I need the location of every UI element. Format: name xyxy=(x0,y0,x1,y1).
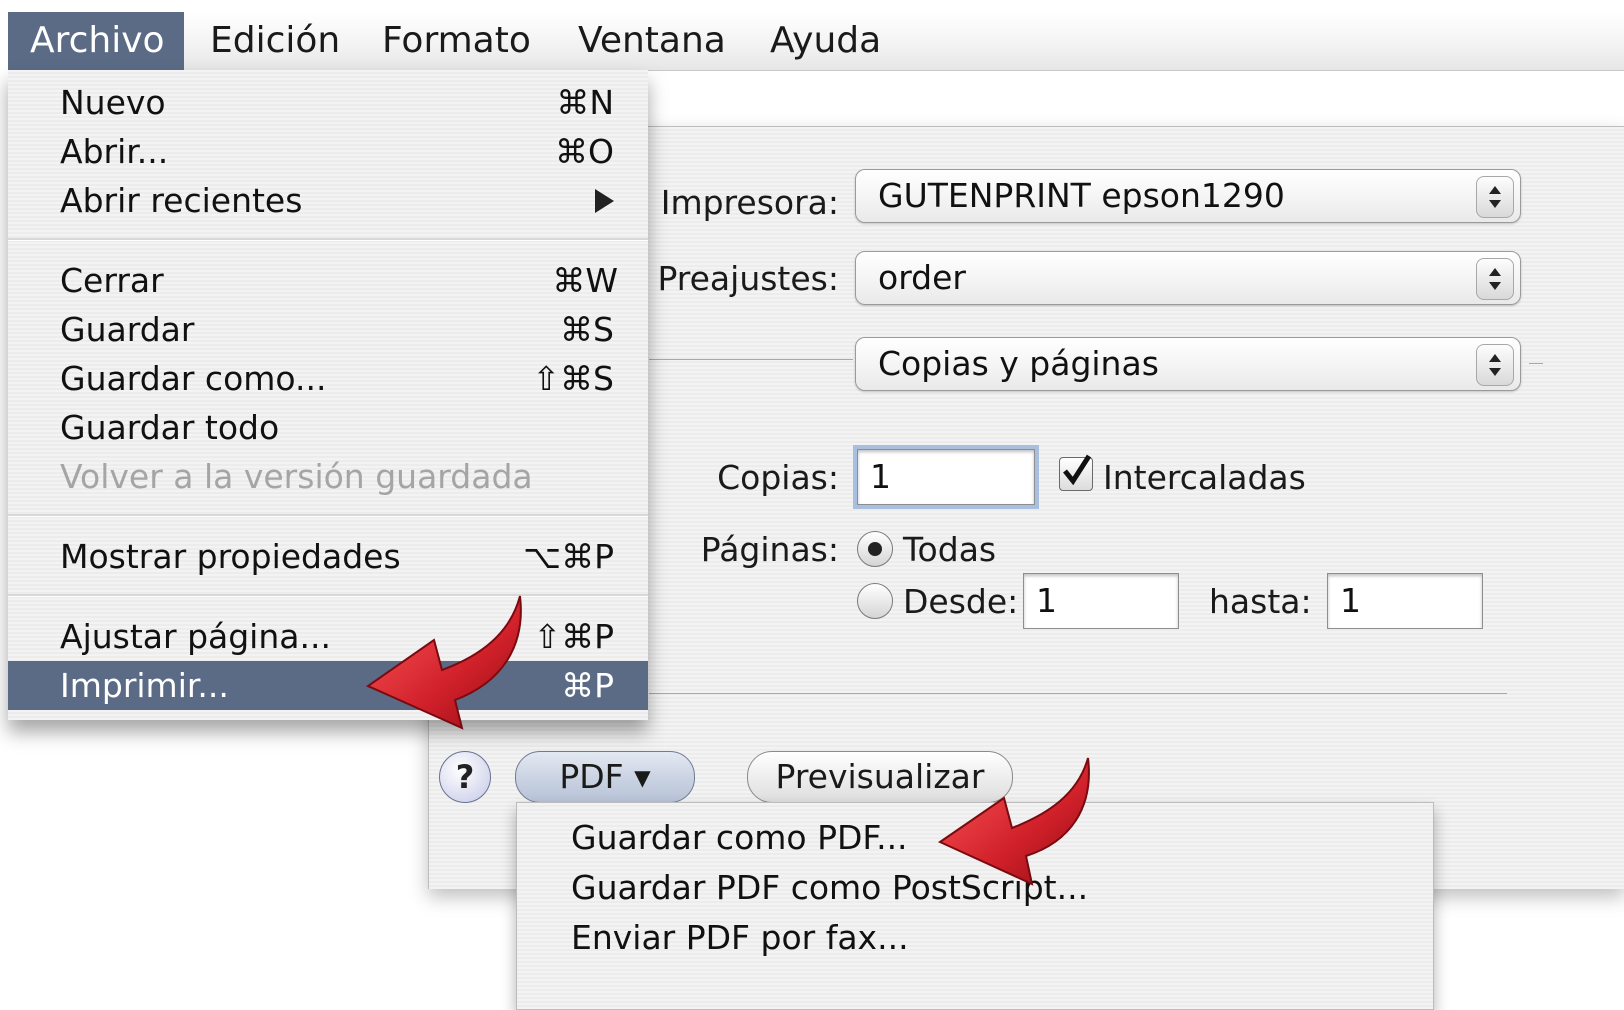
menu-item-shortcut: ⌥⌘P xyxy=(523,537,614,576)
presets-value: order xyxy=(878,258,966,297)
menu-item-mostrar-propiedades[interactable]: Mostrar propiedades ⌥⌘P xyxy=(8,532,648,581)
popup-stepper-icon xyxy=(1476,344,1514,386)
menu-item-label: Abrir recientes xyxy=(60,181,303,220)
menu-item-guardar-como[interactable]: Guardar como... ⇧⌘S xyxy=(8,354,648,403)
pages-from-label: Desde: xyxy=(903,582,1019,621)
pdf-button[interactable]: PDF ▾ xyxy=(515,751,695,803)
section-divider xyxy=(649,359,853,360)
menu-item-label: Imprimir... xyxy=(60,666,229,705)
red-arrow-icon xyxy=(365,595,522,730)
menu-item-shortcut: ⌘P xyxy=(561,666,614,705)
menu-ayuda[interactable]: Ayuda xyxy=(748,12,903,70)
pages-all-radio[interactable] xyxy=(857,531,893,567)
menu-item-imprimir[interactable]: Imprimir... ⌘P xyxy=(8,661,648,710)
pages-to-label: hasta: xyxy=(1209,582,1312,621)
menu-item-label: Guardar xyxy=(60,310,195,349)
menu-item-abrir-recientes[interactable]: Abrir recientes xyxy=(8,176,648,225)
pages-from-radio[interactable] xyxy=(857,583,893,619)
panel-value: Copias y páginas xyxy=(878,344,1159,383)
menu-item-label: Abrir... xyxy=(60,132,169,171)
panel-popup[interactable]: Copias y páginas xyxy=(855,337,1521,391)
menu-item-abrir[interactable]: Abrir... ⌘O xyxy=(8,127,648,176)
pages-to-input[interactable]: 1 xyxy=(1327,573,1483,629)
menu-ventana[interactable]: Ventana xyxy=(556,12,748,70)
menu-archivo[interactable]: Archivo xyxy=(8,12,184,70)
pages-label: Páginas: xyxy=(700,530,839,569)
pages-from-input[interactable]: 1 xyxy=(1023,573,1179,629)
pdf-menu-item-guardar-pdf[interactable]: Guardar como PDF... xyxy=(571,813,908,863)
archivo-menu: Nuevo ⌘N Abrir... ⌘O Abrir recientes Cer… xyxy=(8,70,648,720)
section-divider xyxy=(1529,363,1543,364)
collate-checkbox[interactable] xyxy=(1059,454,1093,491)
copies-input[interactable]: 1 xyxy=(857,449,1035,505)
triangle-right-icon xyxy=(595,189,614,213)
menu-item-shortcut: ⌘W xyxy=(552,261,618,300)
collate-label: Intercaladas xyxy=(1103,458,1306,497)
menu-item-shortcut: ⌘O xyxy=(555,132,614,171)
menu-item-shortcut: ⌘S xyxy=(560,310,614,349)
popup-stepper-icon xyxy=(1476,258,1514,300)
menu-item-cerrar[interactable]: Cerrar ⌘W xyxy=(8,256,648,305)
menu-item-shortcut: ⌘N xyxy=(556,83,614,122)
menu-separator xyxy=(8,238,648,241)
pages-to-value: 1 xyxy=(1340,581,1361,620)
menu-item-guardar-todo[interactable]: Guardar todo xyxy=(8,403,648,452)
menu-separator xyxy=(8,594,648,597)
menu-item-label: Volver a la versión guardada xyxy=(60,457,533,496)
menu-item-label: Nuevo xyxy=(60,83,166,122)
menu-item-label: Ajustar página... xyxy=(60,617,331,656)
red-arrow-icon xyxy=(937,757,1090,886)
menu-item-label: Mostrar propiedades xyxy=(60,537,401,576)
menu-edicion[interactable]: Edición xyxy=(188,12,362,70)
menu-separator xyxy=(8,514,648,517)
menu-item-ajustar-pagina[interactable]: Ajustar página... ⇧⌘P xyxy=(8,612,648,661)
help-button[interactable]: ? xyxy=(439,751,491,803)
pdf-menu-item-enviar-fax[interactable]: Enviar PDF por fax... xyxy=(571,913,909,963)
menu-item-nuevo[interactable]: Nuevo ⌘N xyxy=(8,78,648,127)
checkmark-icon xyxy=(1063,454,1092,486)
menu-item-volver-version: Volver a la versión guardada xyxy=(8,452,648,501)
menu-bar: Archivo Edición Formato Ventana Ayuda xyxy=(8,12,1624,71)
menu-item-shortcut: ⇧⌘S xyxy=(532,359,614,398)
menu-item-label: Guardar como... xyxy=(60,359,327,398)
menu-item-label: Guardar todo xyxy=(60,408,280,447)
presets-label: Preajustes: xyxy=(657,259,839,298)
printer-label: Impresora: xyxy=(660,183,839,222)
copies-label: Copias: xyxy=(717,458,839,497)
pages-all-label: Todas xyxy=(903,530,997,569)
printer-popup[interactable]: GUTENPRINT epson1290 xyxy=(855,169,1521,223)
menu-item-label: Cerrar xyxy=(60,261,164,300)
menu-formato[interactable]: Formato xyxy=(360,12,553,70)
copies-value: 1 xyxy=(870,457,891,496)
popup-stepper-icon xyxy=(1476,176,1514,218)
menu-item-guardar[interactable]: Guardar ⌘S xyxy=(8,305,648,354)
pages-from-value: 1 xyxy=(1036,581,1057,620)
printer-value: GUTENPRINT epson1290 xyxy=(878,176,1285,215)
footer-divider xyxy=(649,693,1507,694)
presets-popup[interactable]: order xyxy=(855,251,1521,305)
